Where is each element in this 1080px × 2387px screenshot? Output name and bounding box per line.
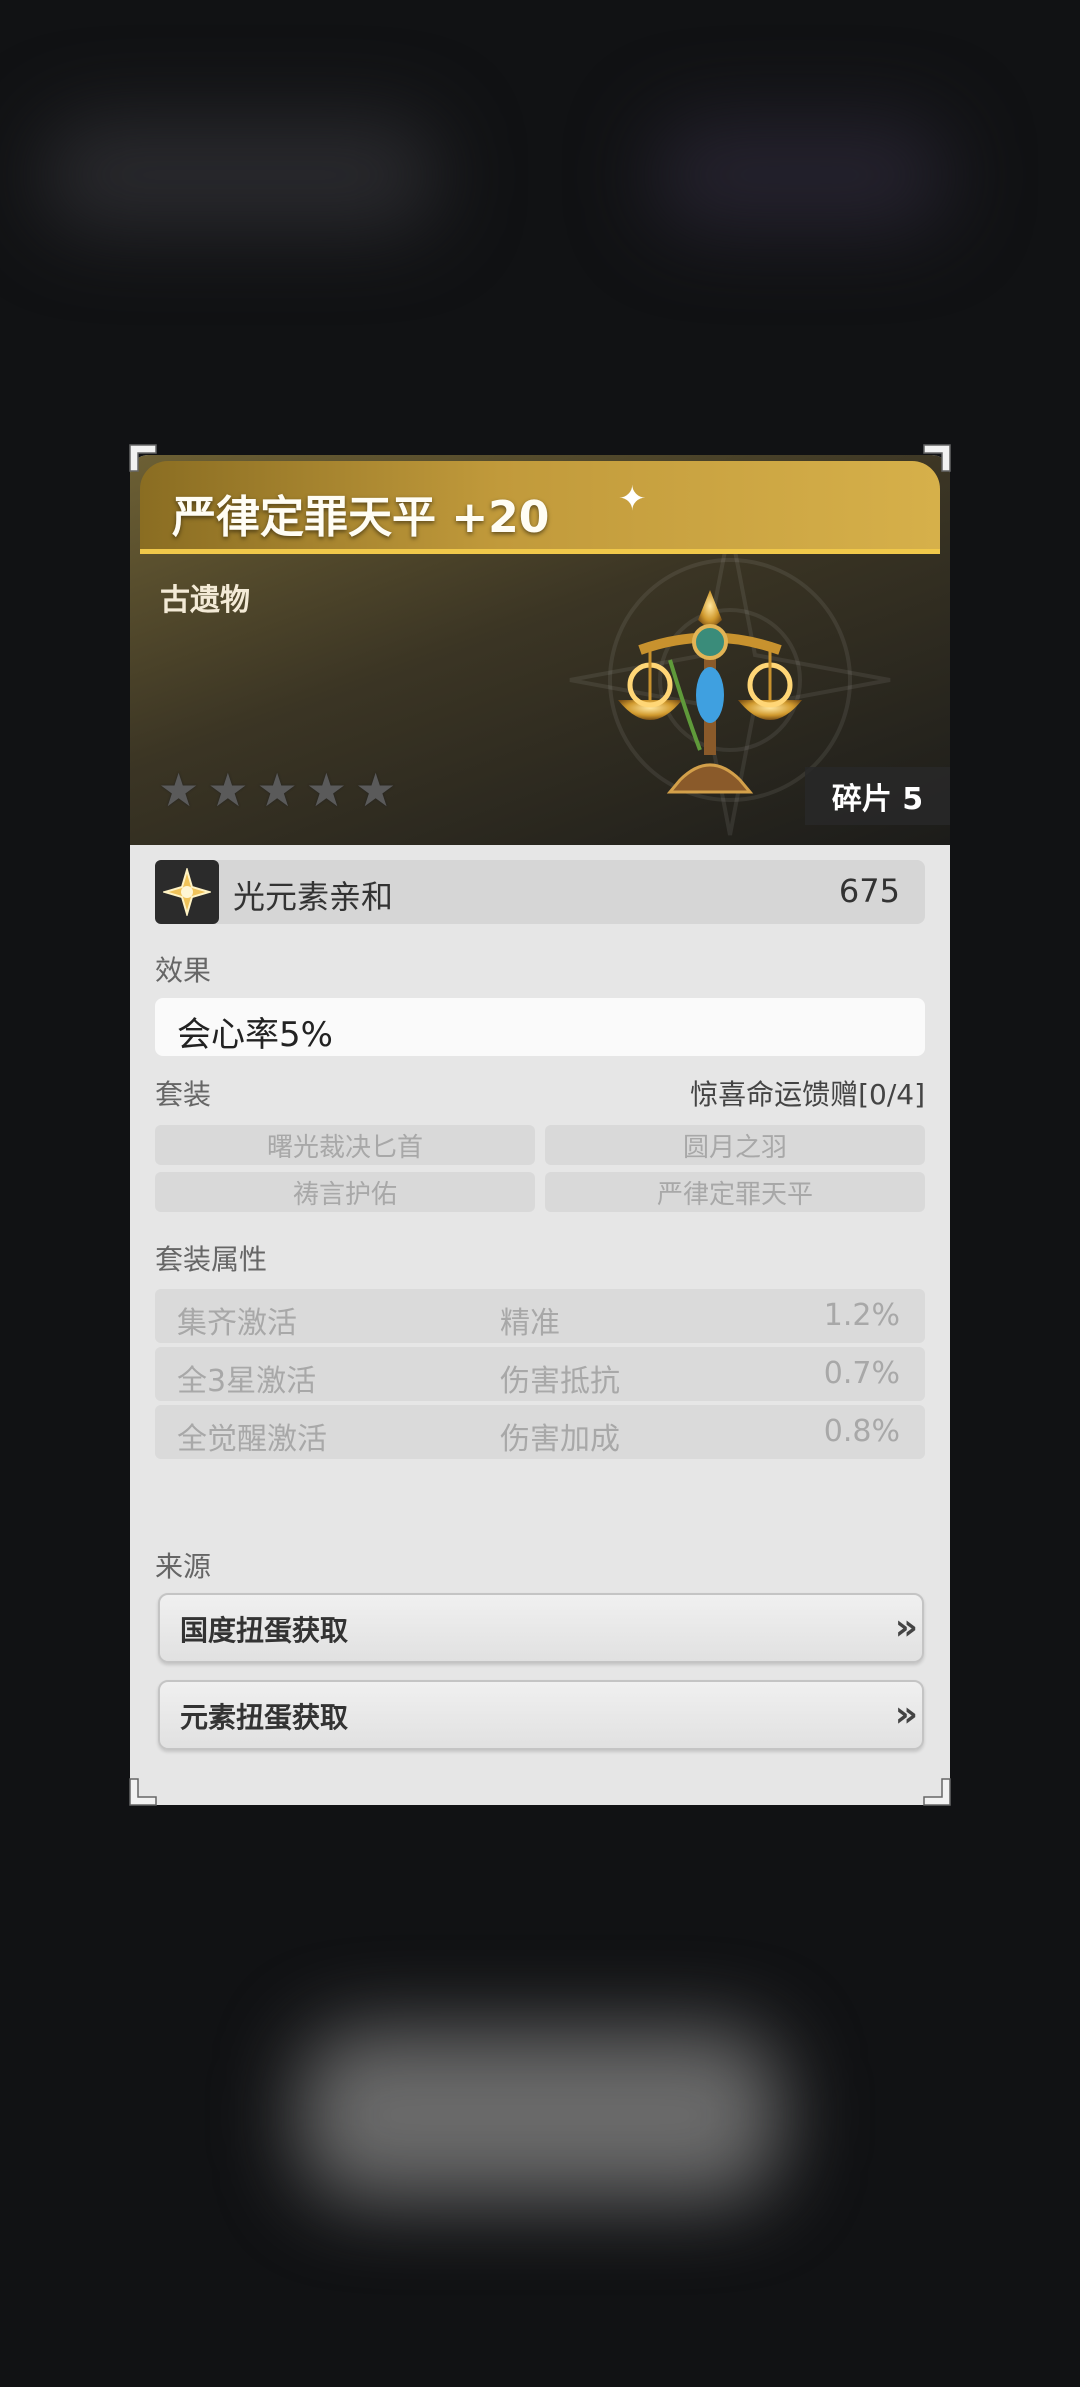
star-rating: ★ ★ ★ ★ ★ [158,767,396,813]
set-label: 套装 [155,1078,212,1111]
attr-condition: 全觉醒激活 [177,1422,327,1457]
double-chevron-right-icon: » [894,1694,919,1735]
set-item: 严律定罪天平 [545,1172,925,1212]
attr-name: 伤害加成 [500,1422,620,1457]
background-blur-bottom [300,2030,780,2200]
justice-scale-relic-icon [618,590,802,794]
item-type: 古遗物 [160,583,250,618]
background-blur-top-right [650,120,950,230]
relic-detail-card: 严律定罪天平 +20 ✦ 古遗物 ★ ★ ★ ★ ★ 碎片 5 光元素亲和 67… [130,455,950,1805]
attr-name: 精准 [500,1306,560,1341]
fragment-count: 碎片 5 [805,767,950,825]
item-title: 严律定罪天平 +20 [172,492,550,543]
item-header: 严律定罪天平 +20 ✦ 古遗物 ★ ★ ★ ★ ★ 碎片 5 [130,455,950,845]
source-button-label: 国度扭蛋获取 [180,1614,349,1647]
frame-corner-icon [129,1778,157,1806]
set-item: 祷言护佑 [155,1172,535,1212]
background-blur-top [40,120,440,230]
set-item: 圆月之羽 [545,1125,925,1165]
source-button-kingdom-gacha[interactable]: 国度扭蛋获取 » [158,1593,924,1663]
star-icon: ★ [207,763,249,817]
source-label: 来源 [155,1550,212,1583]
frame-corner-icon [129,444,157,472]
title-bar: 严律定罪天平 +20 ✦ [140,461,940,554]
double-chevron-right-icon: » [894,1607,919,1648]
star-icon: ★ [158,763,200,817]
attr-condition: 全3星激活 [177,1364,317,1399]
star-icon: ★ [355,763,397,817]
source-button-label: 元素扭蛋获取 [180,1701,349,1734]
effect-box: 会心率5% [155,998,925,1056]
set-name: 惊喜命运馈赠[0/4] [690,1078,925,1111]
effect-text: 会心率5% [177,1015,333,1055]
set-attributes-label: 套装属性 [155,1243,268,1276]
effect-label: 效果 [155,954,212,987]
attr-value: 0.8% [823,1414,900,1449]
set-attribute-row: 集齐激活 精准 1.2% [155,1289,925,1343]
source-button-element-gacha[interactable]: 元素扭蛋获取 » [158,1680,924,1750]
attr-condition: 集齐激活 [177,1306,297,1341]
set-attribute-row: 全3星激活 伤害抵抗 0.7% [155,1347,925,1401]
main-stat-row: 光元素亲和 675 [155,860,925,924]
attr-name: 伤害抵抗 [500,1364,620,1399]
frame-corner-icon [923,1778,951,1806]
attr-value: 1.2% [823,1298,900,1333]
set-attribute-row: 全觉醒激活 伤害加成 0.8% [155,1405,925,1459]
frame-corner-icon [923,444,951,472]
attr-value: 0.7% [823,1356,900,1391]
star-icon: ★ [305,763,347,817]
stat-value: 675 [838,872,900,910]
star-icon: ★ [256,763,298,817]
stat-name: 光元素亲和 [233,878,394,916]
set-item: 曙光裁决匕首 [155,1125,535,1165]
light-element-icon [155,860,219,924]
sparkle-icon: ✦ [618,479,647,519]
